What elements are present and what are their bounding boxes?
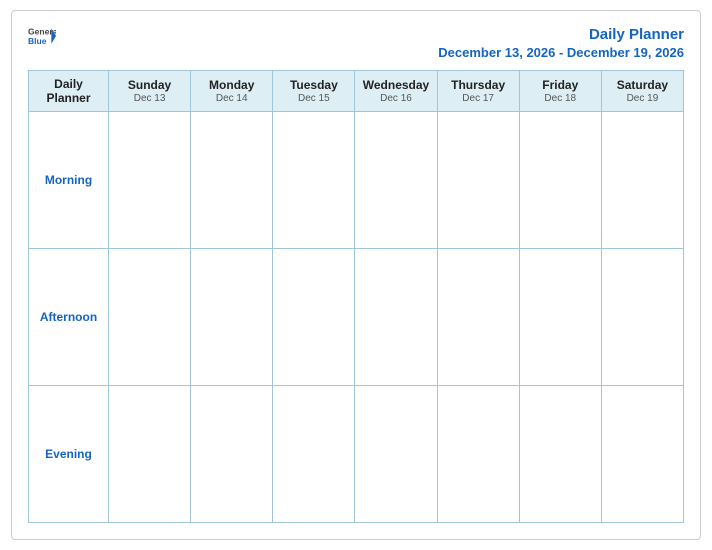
label-day1: Daily bbox=[31, 77, 106, 91]
cell-thu-evening[interactable] bbox=[437, 385, 519, 522]
sat-day: Saturday bbox=[604, 78, 681, 92]
wed-day: Wednesday bbox=[357, 78, 434, 92]
label-day2: Planner bbox=[31, 91, 106, 105]
cell-wed-evening[interactable] bbox=[355, 385, 437, 522]
cell-fri-evening[interactable] bbox=[519, 385, 601, 522]
tue-day: Tuesday bbox=[275, 78, 352, 92]
fri-day: Friday bbox=[522, 78, 599, 92]
row-afternoon: Afternoon bbox=[29, 248, 684, 385]
general-blue-icon: General Blue bbox=[28, 25, 56, 47]
tue-date: Dec 15 bbox=[298, 93, 330, 104]
col-header-sun: Sunday Dec 13 bbox=[109, 70, 191, 111]
cell-sat-afternoon[interactable] bbox=[601, 248, 683, 385]
header-row: Daily Planner Sunday Dec 13 Monday Dec 1… bbox=[29, 70, 684, 111]
sun-date: Dec 13 bbox=[134, 93, 166, 104]
cell-thu-morning[interactable] bbox=[437, 111, 519, 248]
cell-thu-afternoon[interactable] bbox=[437, 248, 519, 385]
cell-sat-evening[interactable] bbox=[601, 385, 683, 522]
col-header-mon: Monday Dec 14 bbox=[191, 70, 273, 111]
label-afternoon: Afternoon bbox=[29, 248, 109, 385]
logo: General Blue bbox=[28, 25, 56, 47]
sun-day: Sunday bbox=[111, 78, 188, 92]
header: General Blue Daily Planner December 13, … bbox=[28, 25, 684, 60]
cell-tue-evening[interactable] bbox=[273, 385, 355, 522]
col-header-tue: Tuesday Dec 15 bbox=[273, 70, 355, 111]
label-morning: Morning bbox=[29, 111, 109, 248]
fri-date: Dec 18 bbox=[544, 93, 576, 104]
row-evening: Evening bbox=[29, 385, 684, 522]
col-header-thu: Thursday Dec 17 bbox=[437, 70, 519, 111]
thu-day: Thursday bbox=[440, 78, 517, 92]
wed-date: Dec 16 bbox=[380, 93, 412, 104]
col-header-fri: Friday Dec 18 bbox=[519, 70, 601, 111]
cell-tue-afternoon[interactable] bbox=[273, 248, 355, 385]
cell-sat-morning[interactable] bbox=[601, 111, 683, 248]
row-morning: Morning bbox=[29, 111, 684, 248]
col-header-sat: Saturday Dec 19 bbox=[601, 70, 683, 111]
sat-date: Dec 19 bbox=[627, 93, 659, 104]
cell-wed-morning[interactable] bbox=[355, 111, 437, 248]
cell-fri-morning[interactable] bbox=[519, 111, 601, 248]
planner-title: Daily Planner bbox=[438, 25, 684, 45]
mon-day: Monday bbox=[193, 78, 270, 92]
label-evening: Evening bbox=[29, 385, 109, 522]
calendar-table: Daily Planner Sunday Dec 13 Monday Dec 1… bbox=[28, 70, 684, 524]
cell-tue-morning[interactable] bbox=[273, 111, 355, 248]
date-range: December 13, 2026 - December 19, 2026 bbox=[438, 45, 684, 60]
cell-sun-evening[interactable] bbox=[109, 385, 191, 522]
cell-sun-morning[interactable] bbox=[109, 111, 191, 248]
cell-mon-afternoon[interactable] bbox=[191, 248, 273, 385]
col-header-wed: Wednesday Dec 16 bbox=[355, 70, 437, 111]
cell-wed-afternoon[interactable] bbox=[355, 248, 437, 385]
col-header-label: Daily Planner bbox=[29, 70, 109, 111]
cell-sun-afternoon[interactable] bbox=[109, 248, 191, 385]
page: General Blue Daily Planner December 13, … bbox=[11, 10, 701, 540]
mon-date: Dec 14 bbox=[216, 93, 248, 104]
cell-mon-evening[interactable] bbox=[191, 385, 273, 522]
cell-fri-afternoon[interactable] bbox=[519, 248, 601, 385]
header-right: Daily Planner December 13, 2026 - Decemb… bbox=[438, 25, 684, 60]
thu-date: Dec 17 bbox=[462, 93, 494, 104]
cell-mon-morning[interactable] bbox=[191, 111, 273, 248]
svg-text:Blue: Blue bbox=[28, 36, 47, 46]
